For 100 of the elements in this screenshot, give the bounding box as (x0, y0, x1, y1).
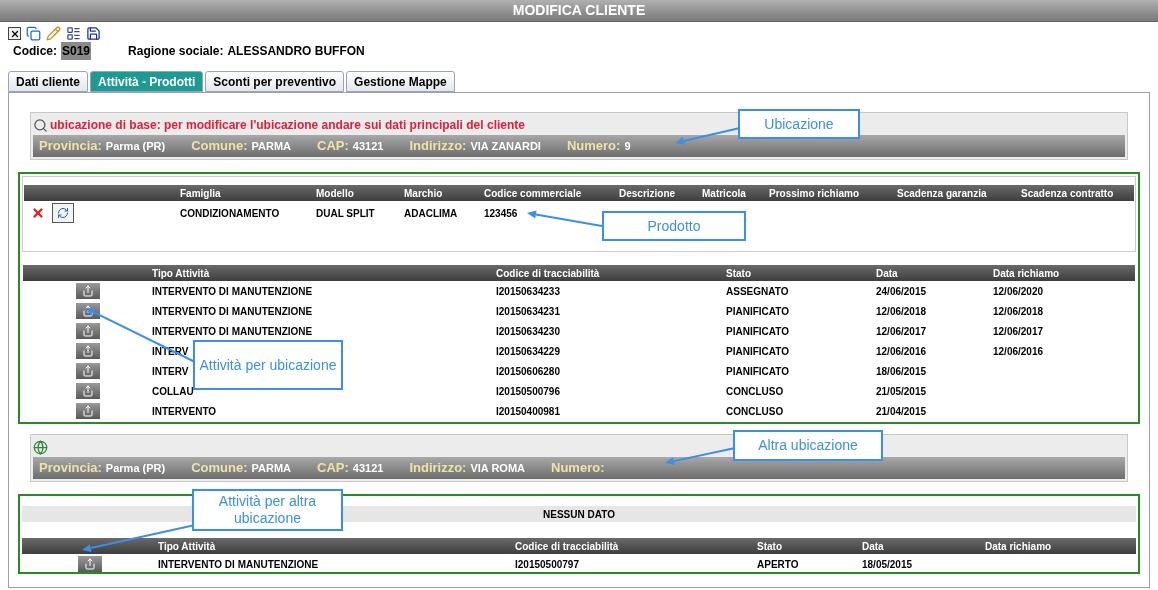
field-value: Parma (PR) (105, 139, 166, 155)
table-cell: I20150400981 (496, 405, 560, 417)
code-label: Codice: (13, 43, 57, 60)
table-cell: PIANIFICATO (726, 345, 789, 357)
table-cell: INTERVENTO (152, 405, 217, 417)
field-value: 9 (624, 139, 631, 155)
table-cell: ASSEGNATO (726, 285, 789, 297)
field-value: VIA ZANARDI (470, 139, 541, 155)
column-header: Marchio (404, 187, 443, 199)
table-cell: I20150634231 (496, 305, 560, 317)
tab[interactable]: Sconti per preventivo (205, 71, 345, 92)
column-header: Stato (757, 540, 782, 552)
share-icon[interactable] (75, 363, 100, 379)
table-cell: I20150500797 (515, 558, 579, 570)
column-header: Data richiamo (985, 540, 1052, 552)
field-label: Numero: (551, 459, 605, 478)
table-cell: CONCLUSO (726, 405, 784, 417)
column-header: Tipo Attività (152, 267, 210, 279)
column-header: Famiglia (180, 187, 221, 199)
share-icon[interactable] (75, 383, 100, 399)
column-header: Codice di tracciabilità (515, 540, 619, 552)
field-label: Provincia: (39, 459, 102, 478)
table-cell: I20150606280 (496, 365, 560, 377)
table-cell: 18/05/2015 (862, 558, 913, 570)
tab[interactable]: Dati cliente (8, 71, 89, 92)
table-cell: INTERV (152, 365, 189, 377)
globe-icon (33, 439, 48, 455)
leader-line (675, 127, 741, 145)
table-cell: 12/06/2020 (993, 285, 1044, 297)
callout-label: Ubicazione (738, 109, 860, 139)
table-cell: 21/05/2015 (876, 385, 927, 397)
location-note: ubicazione di base: per modificare l'ubicazione andare sui dati principali del cliente (50, 117, 525, 134)
window-title: MODIFICA CLIENTE (0, 0, 1158, 22)
close-icon[interactable] (8, 27, 21, 40)
column-header: Prossimo richiamo (769, 187, 860, 199)
field-value: PARMA (251, 461, 291, 477)
table-cell: 123456 (484, 207, 518, 219)
share-icon[interactable] (75, 303, 100, 319)
field-label: Comune: (191, 459, 248, 478)
table-cell: 12/06/2017 (876, 325, 927, 337)
column-header: Data richiamo (993, 267, 1060, 279)
share-icon[interactable] (75, 283, 100, 299)
delete-icon[interactable] (31, 206, 45, 220)
list-icon[interactable] (66, 26, 81, 41)
table-cell: DUAL SPLIT (316, 207, 375, 219)
column-header: Tipo Attività (158, 540, 216, 552)
save-icon[interactable] (86, 26, 101, 41)
field-value: PARMA (251, 139, 291, 155)
callout-label: Attività per ubicazione (193, 340, 343, 390)
search-icon (33, 117, 48, 133)
callout-label: Prodotto (602, 211, 746, 241)
column-header: Scadenza garanzia (897, 187, 987, 199)
field-label: Numero: (566, 137, 621, 156)
table-cell: INTERVENTO DI MANUTENZIONE (158, 558, 319, 570)
table-cell: CONCLUSO (726, 385, 784, 397)
share-icon[interactable] (75, 323, 100, 339)
field-label: Comune: (191, 137, 248, 156)
field-value: 43121 (352, 139, 384, 155)
share-icon[interactable] (78, 556, 102, 572)
column-header: Data (876, 267, 898, 279)
field-label: CAP: (317, 459, 349, 478)
company-label: Ragione sociale: (128, 43, 224, 60)
table-cell: 12/06/2016 (876, 345, 927, 357)
field-label: CAP: (317, 137, 349, 156)
table-cell: I20150500796 (496, 385, 560, 397)
table-cell: PIANIFICATO (726, 305, 789, 317)
table-cell: I20150634233 (496, 285, 560, 297)
code-value: S019 (61, 42, 92, 60)
column-header: Matricola (702, 187, 746, 199)
table-cell: ADACLIMA (404, 207, 458, 219)
table-cell: 21/04/2015 (876, 405, 927, 417)
table-cell: 12/06/2018 (876, 305, 927, 317)
column-header: Scadenza contratto (1021, 187, 1114, 199)
table-cell: PIANIFICATO (726, 365, 789, 377)
field-value: 43121 (352, 461, 384, 477)
company-name: ALESSANDRO BUFFON (227, 43, 365, 60)
tab[interactable]: Gestione Mappe (346, 71, 455, 92)
share-icon[interactable] (75, 403, 100, 419)
copy-icon[interactable] (26, 26, 41, 41)
table-cell: INTERVENTO DI MANUTENZIONE (152, 325, 313, 337)
field-label: Indirizzo: (409, 137, 467, 156)
table-cell: 12/06/2016 (993, 345, 1044, 357)
table-cell: 12/06/2018 (993, 305, 1044, 317)
field-value: VIA ROMA (470, 461, 526, 477)
table-cell: I20150634230 (496, 325, 560, 337)
field-label: Indirizzo: (409, 459, 467, 478)
column-header: Codice di tracciabilità (496, 267, 600, 279)
edit-icon[interactable] (46, 26, 61, 41)
table-cell: 12/06/2017 (993, 325, 1044, 337)
column-header: Descrizione (619, 187, 676, 199)
share-icon[interactable] (75, 343, 100, 359)
callout-label: Altra ubicazione (733, 430, 883, 461)
table-cell: 18/06/2015 (876, 365, 927, 377)
table-cell: INTERVENTO DI MANUTENZIONE (152, 305, 313, 317)
field-value: Parma (PR) (105, 461, 166, 477)
column-header: Stato (726, 267, 751, 279)
refresh-icon[interactable] (52, 203, 74, 223)
leader-line (665, 447, 736, 466)
table-cell: INTERVENTO DI MANUTENZIONE (152, 285, 313, 297)
table-cell: PIANIFICATO (726, 325, 789, 337)
